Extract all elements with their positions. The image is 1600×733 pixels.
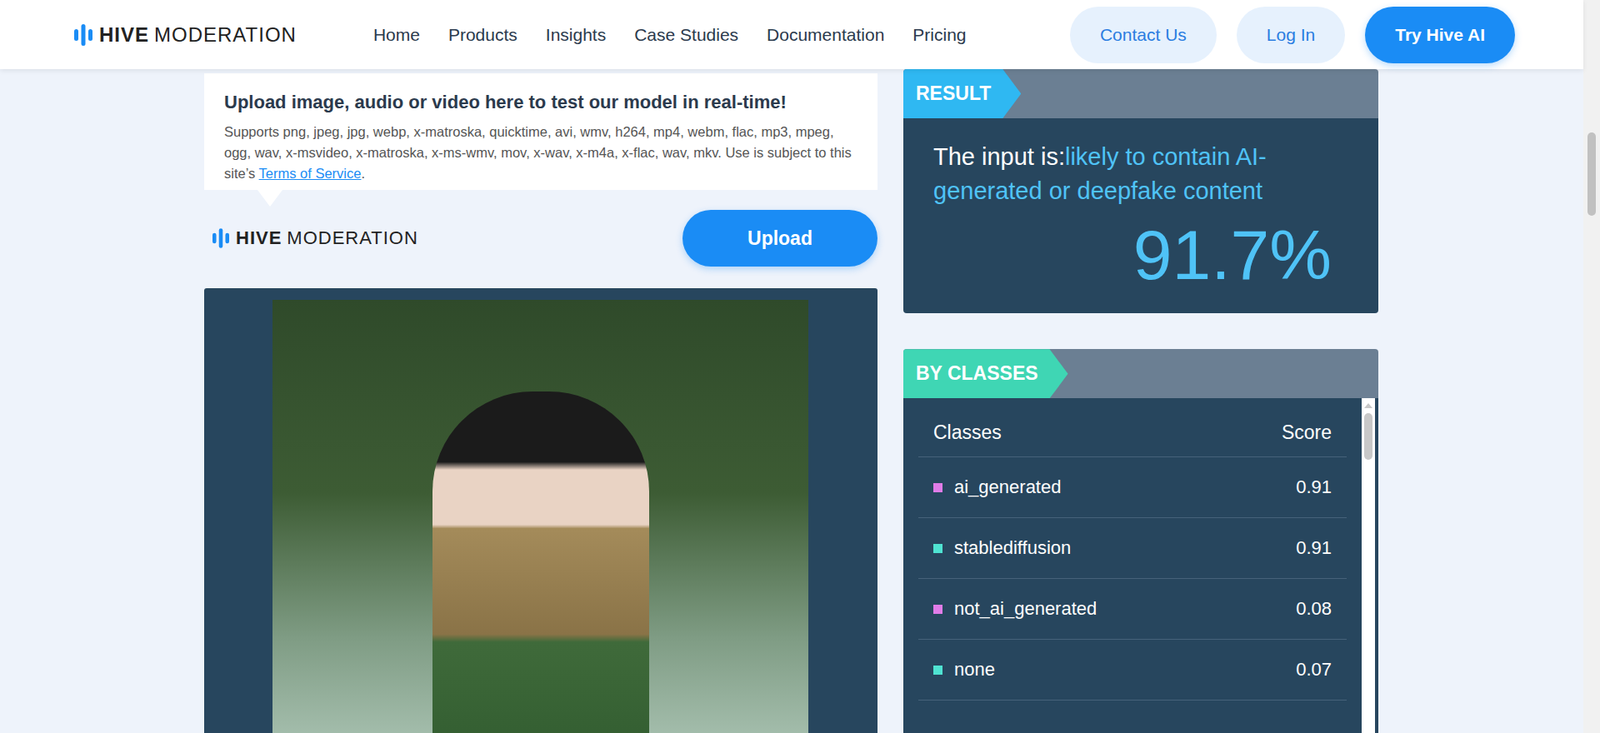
page-scrollbar[interactable] — [1583, 0, 1600, 733]
table-scroll-thumb[interactable] — [1364, 413, 1373, 460]
table-scrollbar[interactable] — [1361, 398, 1375, 733]
logo-brand: HIVE — [235, 227, 282, 250]
uploaded-photo — [272, 300, 809, 733]
upload-title: Upload image, audio or video here to tes… — [224, 91, 858, 114]
image-panel — [204, 288, 878, 733]
upload-info: Upload image, audio or video here to tes… — [204, 73, 878, 190]
logo-product: MODERATION — [154, 23, 297, 47]
result-tag: RESULT — [903, 69, 1021, 119]
table-row: stablediffusion 0.91 — [918, 518, 1347, 580]
classes-table: ClassesScoreai_generated0.91stablediffus… — [918, 398, 1347, 733]
callout-caret — [257, 190, 283, 207]
class-color-swatch — [933, 665, 943, 675]
result-header: RESULT — [903, 69, 1379, 119]
header: HIVEMODERATION Home Products Insights Case S… — [0, 0, 1584, 70]
class-name: ai_generated — [933, 476, 1061, 499]
nav-item[interactable]: Home — [373, 25, 420, 45]
result-body: The input is:likely to contain AI-genera… — [903, 118, 1379, 314]
classes-card: BY CLASSESClassesScoreai_generated0.91st… — [903, 349, 1379, 733]
header-button[interactable]: Log In — [1236, 6, 1345, 64]
class-score: 0.91 — [1295, 476, 1332, 499]
classes-tag: BY CLASSES — [903, 349, 1069, 399]
class-color-swatch — [933, 544, 943, 554]
class-color-swatch — [933, 605, 943, 615]
verdict: The input is:likely to contain AI-genera… — [933, 140, 1300, 209]
score: 91.7% — [933, 220, 1332, 290]
header-buttons: Contact Us Log In Try Hive AI — [1070, 6, 1515, 64]
logo-bars-icon — [212, 228, 230, 249]
header-button[interactable]: Contact Us — [1070, 6, 1217, 64]
content: HIVEMODERATIONHomeProductsInsightsCase S… — [0, 0, 1584, 733]
class-score: 0.91 — [1295, 537, 1332, 560]
nav-item[interactable]: Case Studies — [634, 25, 739, 45]
scroll-up-icon[interactable] — [1362, 401, 1375, 410]
terms-link[interactable]: Terms of Service — [259, 165, 362, 181]
classes-header: BY CLASSES — [903, 349, 1379, 399]
class-name: not_ai_generated — [933, 598, 1097, 620]
result-card: RESULT The input is:likely to contain AI-… — [903, 69, 1379, 314]
verdict-prefix: The input is: — [933, 143, 1065, 170]
upload-row: HIVEMODERATION Upload — [204, 210, 878, 267]
logo-brand: HIVE — [99, 23, 150, 47]
nav-item[interactable]: Pricing — [912, 25, 966, 45]
page-scroll-thumb[interactable] — [1587, 132, 1596, 216]
logo[interactable]: HIVEMODERATION — [74, 23, 297, 47]
nav-item[interactable]: Insights — [545, 25, 606, 45]
upload-description: Supports png, jpeg, jpg, webp, x-matrosk… — [224, 121, 858, 184]
nav: Home Products Insights Case Studies Document… — [373, 25, 967, 45]
table-row: none 0.07 — [918, 640, 1347, 701]
logo: HIVEMODERATION — [212, 227, 419, 250]
upload-section: Upload image, audio or video here to tes… — [204, 69, 878, 733]
table-row: not_ai_generated 0.08 — [918, 579, 1347, 640]
upload-button[interactable]: Upload — [682, 210, 878, 267]
table-header: Classes Score — [918, 398, 1347, 458]
classes-body: ClassesScoreai_generated0.91stablediffus… — [903, 398, 1379, 733]
logo-bars-icon — [74, 24, 93, 46]
column-header: Classes — [933, 421, 1002, 445]
class-color-swatch — [933, 483, 943, 493]
class-name: stablediffusion — [933, 537, 1071, 560]
class-score: 0.08 — [1295, 598, 1332, 620]
main: Upload image, audio or video here to tes… — [0, 69, 1584, 733]
photo-figure — [432, 391, 650, 733]
results-section: RESULT The input is:likely to contain AI-… — [903, 69, 1379, 733]
table-row: ai_generated 0.91 — [918, 457, 1347, 519]
logo-product: MODERATION — [286, 227, 418, 250]
header-button[interactable]: Try Hive AI — [1365, 6, 1515, 64]
class-name: none — [933, 659, 995, 681]
class-score: 0.07 — [1295, 659, 1332, 681]
column-header: Score — [1281, 421, 1332, 445]
nav-item[interactable]: Documentation — [766, 25, 885, 45]
nav-item[interactable]: Products — [448, 25, 518, 45]
page: HIVEMODERATIONHomeProductsInsightsCase S… — [0, 0, 1600, 733]
